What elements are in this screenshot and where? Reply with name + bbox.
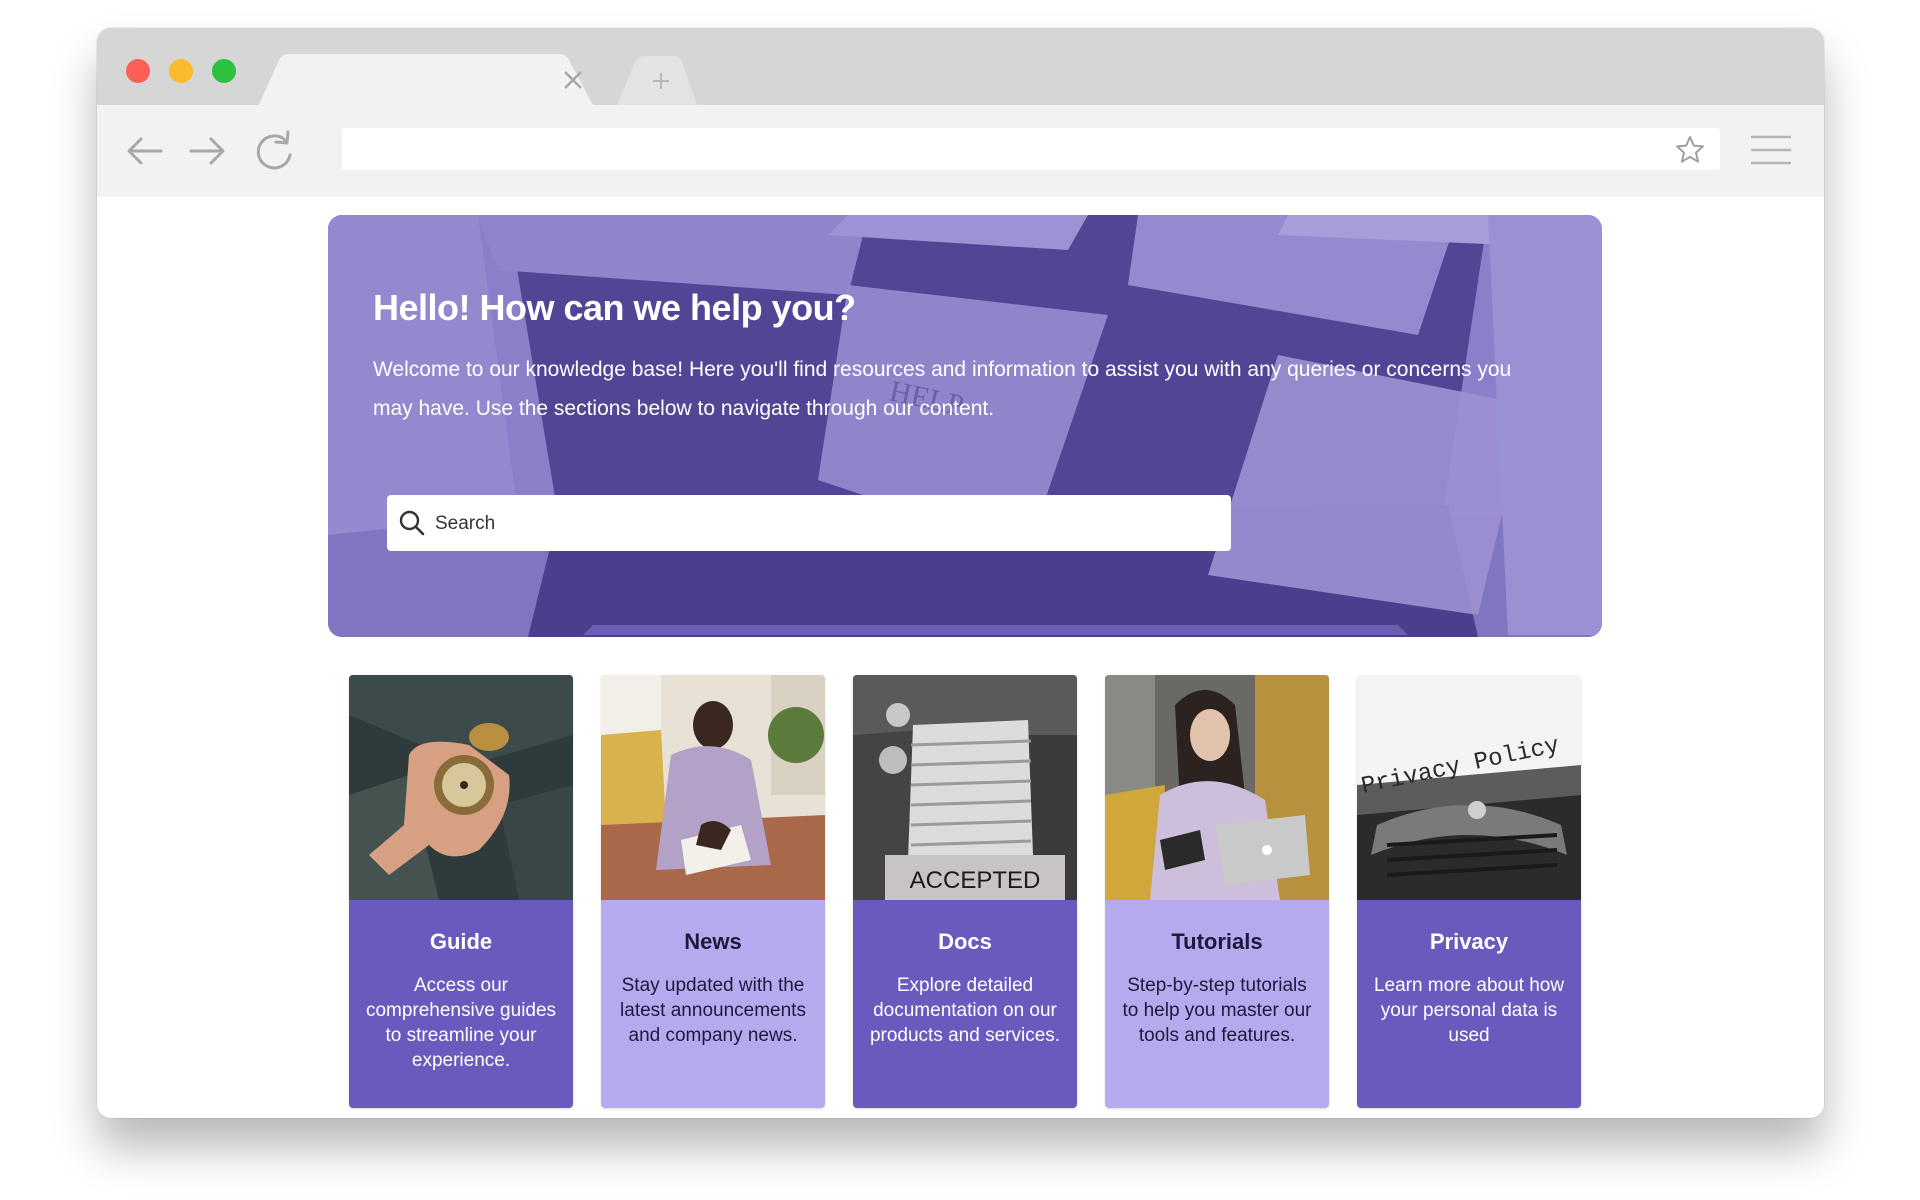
card-docs-image: ACCEPTED — [853, 675, 1077, 900]
forward-arrow-icon[interactable] — [185, 129, 229, 173]
card-news-body: News Stay updated with the latest announ… — [601, 900, 825, 1108]
new-tab-button[interactable] — [617, 56, 707, 105]
address-bar[interactable] — [342, 128, 1720, 170]
card-tutorials-body: Tutorials Step-by-step tutorials to help… — [1105, 900, 1329, 1108]
card-docs-body: Docs Explore detailed documentation on o… — [853, 900, 1077, 1108]
card-news-title: News — [684, 929, 742, 954]
card-news-description: Stay updated with the latest announcemen… — [620, 975, 806, 1046]
card-docs-description: Explore detailed documentation on our pr… — [869, 975, 1061, 1046]
browser-tab-active[interactable] — [259, 54, 593, 105]
tab-close-icon[interactable] — [563, 70, 583, 90]
title-bar — [97, 28, 1824, 105]
card-tutorials-title: Tutorials — [1171, 929, 1263, 954]
page-content: HELP Hello! How can we help you? Welcome… — [97, 197, 1824, 1118]
card-tutorials-image — [1105, 675, 1329, 900]
hero-description: Welcome to our knowledge base! Here you'… — [373, 358, 1512, 420]
browser-window: HELP Hello! How can we help you? Welcome… — [97, 28, 1824, 1118]
maximize-window-button[interactable] — [212, 59, 236, 83]
tab-shape — [259, 54, 593, 105]
card-guide-image — [349, 675, 573, 900]
hero-banner: HELP Hello! How can we help you? Welcome… — [328, 215, 1602, 637]
search-box[interactable] — [387, 495, 1231, 551]
card-news[interactable]: News Stay updated with the latest announ… — [601, 675, 825, 1108]
card-guide-body: Guide Access our comprehensive guides to… — [349, 900, 573, 1108]
card-docs[interactable]: ACCEPTED Docs Explore detailed documenta… — [853, 675, 1077, 1108]
reload-icon[interactable] — [252, 129, 296, 173]
card-tutorials-description: Step-by-step tutorials to help you maste… — [1122, 975, 1312, 1046]
card-privacy-image: Privacy Policy — [1357, 675, 1581, 900]
card-guide-description: Access our comprehensive guides to strea… — [365, 975, 557, 1071]
back-arrow-icon[interactable] — [123, 129, 167, 173]
docs-stamp-text: ACCEPTED — [910, 867, 1041, 894]
search-input[interactable] — [433, 503, 1217, 545]
card-privacy-title: Privacy — [1429, 929, 1509, 954]
card-news-image — [601, 675, 825, 900]
minimize-window-button[interactable] — [169, 59, 193, 83]
search-icon — [399, 510, 425, 536]
hamburger-menu-icon[interactable] — [1749, 133, 1793, 167]
bookmark-star-icon[interactable] — [1674, 134, 1706, 166]
close-window-button[interactable] — [126, 59, 150, 83]
card-tutorials[interactable]: Tutorials Step-by-step tutorials to help… — [1105, 675, 1329, 1108]
card-docs-title: Docs — [938, 929, 992, 954]
card-guide-title: Guide — [429, 929, 493, 954]
card-privacy[interactable]: Privacy Policy Privacy Learn more about … — [1357, 675, 1581, 1108]
card-guide[interactable]: Guide Access our comprehensive guides to… — [349, 675, 573, 1108]
browser-toolbar — [97, 105, 1824, 197]
card-privacy-description: Learn more about how your personal data … — [1373, 975, 1565, 1046]
hero-title: Hello! How can we help you? — [373, 287, 856, 328]
card-privacy-body: Privacy Learn more about how your person… — [1357, 900, 1581, 1108]
category-cards: Guide Access our comprehensive guides to… — [349, 675, 1581, 1108]
